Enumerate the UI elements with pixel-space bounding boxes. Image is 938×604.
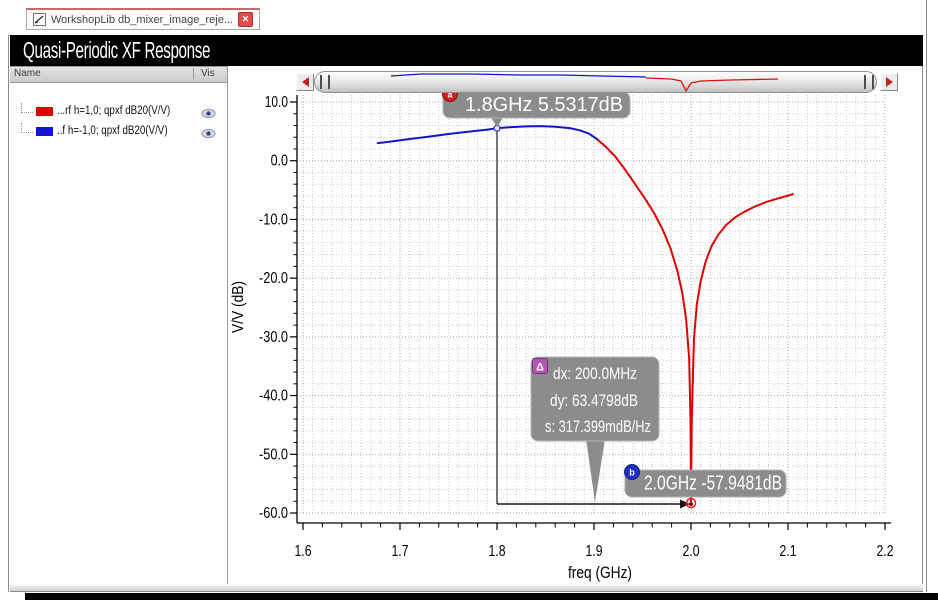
svg-text:-50.0: -50.0: [259, 446, 288, 463]
tab-label: WorkshopLib db_mixer_image_reje...: [51, 13, 233, 26]
legend-item[interactable]: ...rf h=1,0; qpxf dB20(V/V): [10, 103, 227, 119]
svg-text:10.0: 10.0: [265, 94, 288, 111]
tree-branch: [21, 103, 33, 113]
svg-text:-20.0: -20.0: [259, 270, 288, 287]
svg-text:Δ: Δ: [536, 362, 544, 374]
tab-bar: WorkshopLib db_mixer_image_reje... ✕: [8, 0, 925, 35]
legend-list: ...rf h=1,0; qpxf dB20(V/V) ..f h=-1,0; q…: [10, 103, 227, 139]
graph-title: Quasi-Periodic XF Response: [23, 37, 211, 63]
marker-a-text: 1.8GHz 5.5317dB: [465, 94, 623, 116]
minimap-trace-rf: [645, 77, 779, 92]
svg-text:1.9: 1.9: [586, 543, 603, 560]
legend-header-vis[interactable]: Vis: [193, 68, 227, 79]
legend-header: Name Vis: [10, 66, 227, 83]
close-icon[interactable]: ✕: [238, 12, 253, 27]
arrow-left-icon: [301, 77, 309, 87]
x-axis-title: freq (GHz): [568, 563, 632, 582]
y-axis-title: V/V (dB): [230, 281, 247, 333]
window-bottom-edge: [25, 593, 938, 600]
right-grip-handle[interactable]: [864, 75, 874, 89]
visibility-eye-icon: [201, 108, 216, 119]
svg-text:1.8: 1.8: [489, 543, 506, 560]
overview-scrollbar[interactable]: [314, 71, 877, 93]
waveform-icon: [33, 13, 46, 26]
svg-text:2.2: 2.2: [877, 543, 894, 560]
svg-text:0.0: 0.0: [271, 153, 288, 170]
svg-text:-10.0: -10.0: [259, 211, 288, 228]
status-strip: [10, 584, 923, 592]
series-color-swatch[interactable]: [36, 106, 53, 116]
scroll-left-button[interactable]: [296, 73, 314, 91]
visibility-eye-icon[interactable]: [201, 126, 216, 139]
series-color-swatch[interactable]: [36, 126, 53, 136]
svg-text:1.7: 1.7: [392, 543, 409, 560]
graph-title-bar: Quasi-Periodic XF Response: [10, 35, 923, 66]
legend-item[interactable]: ..f h=-1,0; qpxf dB20(V/V): [10, 123, 227, 139]
minimap-trace-image: [390, 73, 647, 78]
legend-header-name[interactable]: Name: [14, 68, 41, 79]
application-window: WorkshopLib db_mixer_image_reje... ✕ Qua…: [8, 0, 927, 592]
svg-text:-60.0: -60.0: [259, 505, 288, 522]
visibility-eye-icon: [201, 128, 216, 139]
tree-branch: [21, 123, 33, 133]
svg-text:s: 317.399mdB/Hz: s: 317.399mdB/Hz: [545, 417, 651, 436]
scroll-right-button[interactable]: [880, 73, 898, 91]
visibility-eye-icon[interactable]: [201, 106, 216, 119]
series-trace-rf[interactable]: [595, 138, 794, 502]
tab-workshoplib[interactable]: WorkshopLib db_mixer_image_reje... ✕: [26, 8, 260, 30]
svg-text:-30.0: -30.0: [259, 329, 288, 346]
svg-text:dy: 63.4798dB: dy: 63.4798dB: [550, 391, 638, 410]
left-grip-handle[interactable]: [320, 75, 330, 89]
minimap-svg: [390, 73, 779, 92]
axes: 10.0 0.0 -10.0 -20.0 -30.0 -40.0 -50.0 -60.0 1.6…: [230, 94, 894, 582]
svg-text:-40.0: -40.0: [259, 388, 288, 405]
marker-b-text: 2.0GHz -57.9481dB: [644, 473, 782, 495]
svg-text:dx: 200.0MHz: dx: 200.0MHz: [553, 364, 637, 383]
legend-panel: Name Vis ...rf h=1,0; qpxf dB20(V/V) ..f …: [10, 66, 228, 584]
svg-text:2.1: 2.1: [780, 543, 797, 560]
marker-b-readout[interactable]: b 2.0GHz -57.9481dB: [624, 464, 787, 498]
legend-item-label: ..f h=-1,0; qpxf dB20(V/V): [57, 125, 168, 137]
svg-text:2.0: 2.0: [683, 543, 700, 560]
legend-item-label: ...rf h=1,0; qpxf dB20(V/V): [57, 105, 171, 117]
arrow-right-icon: [885, 77, 893, 87]
chart-svg: a 1.8GHz 5.5317dBΔ dx: 200.0MHzdy: 63.4798…: [230, 86, 894, 582]
svg-text:1.6: 1.6: [295, 543, 312, 560]
svg-text:b: b: [629, 468, 635, 478]
